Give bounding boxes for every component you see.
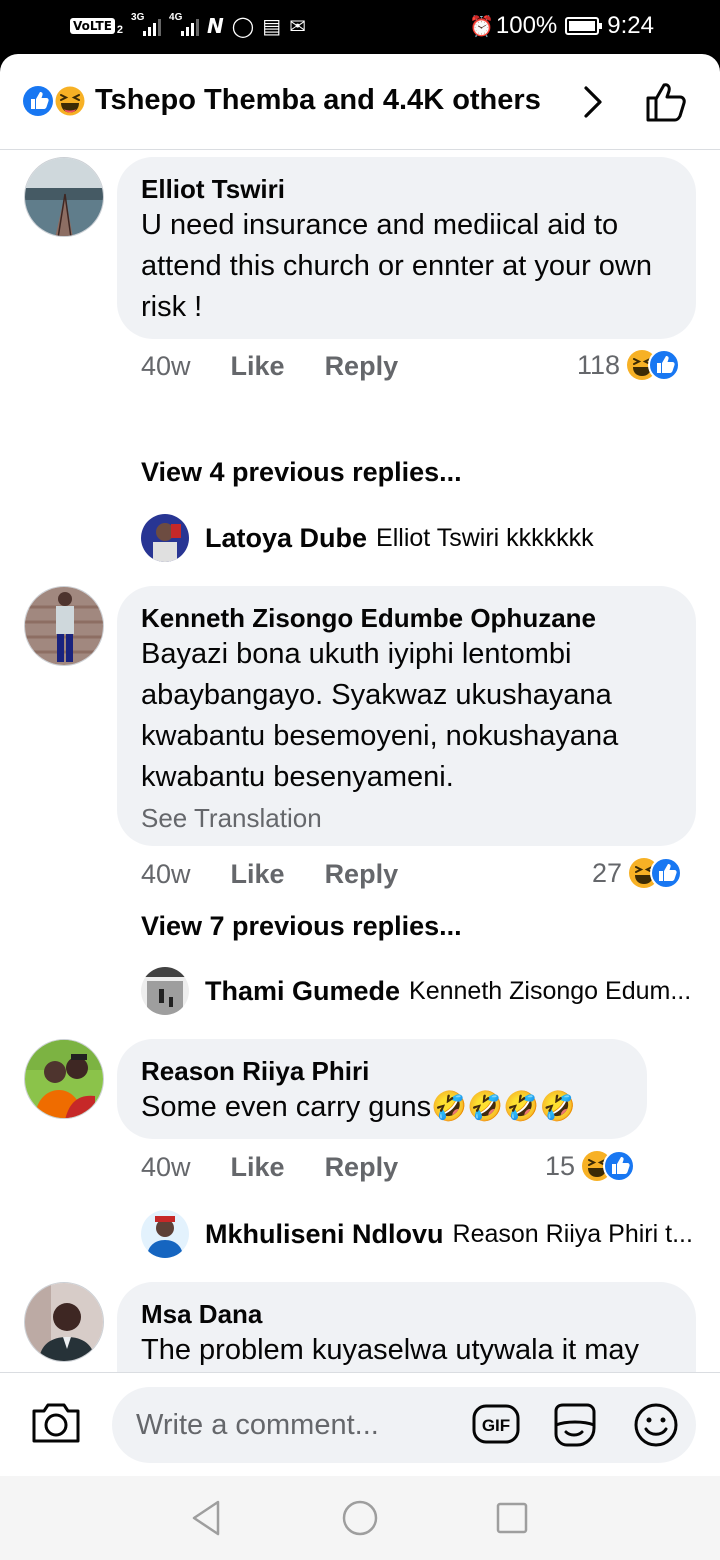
status-right: ⏰ 100% 9:24 xyxy=(469,12,654,40)
comment-author[interactable]: Kenneth Zisongo Edumbe Ophuzane xyxy=(141,602,672,634)
like-reaction-icon xyxy=(23,86,53,116)
avatar[interactable] xyxy=(24,1039,104,1119)
signal-3g-icon: 3G xyxy=(131,12,162,36)
comment-text: The problem kuyaselwa utywala it may hap… xyxy=(141,1334,640,1366)
reaction-icons xyxy=(23,85,86,117)
like-reaction-icon xyxy=(650,857,683,889)
news-icon: ▤ xyxy=(262,14,282,38)
comment-input[interactable] xyxy=(112,1387,696,1463)
avatar[interactable] xyxy=(141,514,189,562)
reaction-count-value: 15 xyxy=(545,1150,576,1181)
see-translation-link[interactable]: See Translation xyxy=(141,800,672,836)
status-left: VoLTE 2 3G 4G N ◯ ▤ ✉ xyxy=(70,12,306,38)
reply-button[interactable]: Reply xyxy=(325,859,399,890)
nfc-icon: N xyxy=(207,14,224,38)
nav-home-icon[interactable] xyxy=(341,1498,379,1538)
comment-author[interactable]: Reason Riiya Phiri xyxy=(141,1055,623,1087)
comment-bubble[interactable]: Msa Dana The problem kuyaselwa utywala i… xyxy=(117,1282,696,1372)
whatsapp-icon: ◯ xyxy=(231,14,255,38)
view-previous-replies[interactable]: View 4 previous replies... xyxy=(141,457,462,488)
latest-reply[interactable]: Thami Gumede Kenneth Zisongo Edum... xyxy=(141,967,701,1015)
clock: 9:24 xyxy=(607,12,654,39)
reply-author[interactable]: Mkhuliseni Ndlovu xyxy=(205,1219,444,1250)
haha-reaction-icon xyxy=(54,85,86,117)
comment-bubble[interactable]: Elliot Tswiri U need insurance and medii… xyxy=(117,157,696,339)
reaction-count-value: 27 xyxy=(592,857,623,888)
avatar[interactable] xyxy=(24,1282,104,1362)
reaction-count[interactable]: 118 xyxy=(577,349,681,381)
comment-text: U need insurance and mediical aid to att… xyxy=(141,209,653,323)
nav-recents-icon[interactable] xyxy=(494,1498,530,1538)
thumbs-up-icon[interactable] xyxy=(645,80,691,124)
signal-4g-icon: 4G xyxy=(169,12,200,36)
reply-author[interactable]: Thami Gumede xyxy=(205,976,400,1007)
nav-back-icon[interactable] xyxy=(188,1498,224,1538)
battery-percent: 100% xyxy=(495,12,558,39)
reply-button[interactable]: Reply xyxy=(325,351,399,382)
reply-preview: Kenneth Zisongo Edum... xyxy=(409,976,692,1005)
latest-reply[interactable]: Latoya Dube Elliot Tswiri kkkkkkk xyxy=(141,514,701,562)
reply-button[interactable]: Reply xyxy=(325,1152,399,1183)
sim-number: 2 xyxy=(116,24,124,36)
like-button[interactable]: Like xyxy=(231,859,285,890)
like-button[interactable]: Like xyxy=(231,351,285,382)
system-navigation-bar xyxy=(0,1476,720,1560)
avatar[interactable] xyxy=(141,1210,189,1258)
sticker-icon[interactable] xyxy=(550,1401,600,1449)
reaction-count[interactable]: 27 xyxy=(592,857,683,889)
alarm-icon: ⏰ xyxy=(468,14,494,38)
chevron-right-icon xyxy=(584,86,602,118)
comment-time[interactable]: 40w xyxy=(141,351,191,382)
comments-sheet: Tshepo Themba and 4.4K others Elliot Tsw… xyxy=(0,54,720,1560)
mail-icon: ✉ xyxy=(289,14,306,38)
reaction-icons xyxy=(626,349,681,381)
comment-author[interactable]: Elliot Tswiri xyxy=(141,173,672,205)
reaction-icons xyxy=(581,1150,636,1182)
view-previous-replies[interactable]: View 7 previous replies... xyxy=(141,911,462,942)
like-button[interactable]: Like xyxy=(231,1152,285,1183)
reply-preview: Reason Riiya Phiri t... xyxy=(452,1219,693,1248)
status-bar: VoLTE 2 3G 4G N ◯ ▤ ✉ ⏰ 100% 9:24 xyxy=(0,0,720,56)
battery-icon xyxy=(565,17,603,35)
comments-list: Elliot Tswiri U need insurance and medii… xyxy=(0,151,720,1372)
reaction-icons xyxy=(628,857,683,889)
avatar[interactable] xyxy=(141,967,189,1015)
comment-time[interactable]: 40w xyxy=(141,859,191,890)
smiley-icon[interactable] xyxy=(632,1401,680,1449)
comment-text: Bayazi bona ukuth iyiphi lentombi abayba… xyxy=(141,638,619,793)
reaction-count-value: 118 xyxy=(577,349,621,380)
comment-bubble[interactable]: Kenneth Zisongo Edumbe Ophuzane Bayazi b… xyxy=(117,586,696,846)
reply-author[interactable]: Latoya Dube xyxy=(205,523,367,554)
like-reaction-icon xyxy=(603,1150,636,1182)
avatar[interactable] xyxy=(24,586,104,666)
reactions-header[interactable]: Tshepo Themba and 4.4K others xyxy=(0,54,720,150)
latest-reply[interactable]: Mkhuliseni Ndlovu Reason Riiya Phiri t..… xyxy=(141,1210,701,1258)
svg-text:GIF: GIF xyxy=(482,1416,510,1435)
comment-author[interactable]: Msa Dana xyxy=(141,1298,672,1330)
like-reaction-icon xyxy=(648,349,681,381)
comment-time[interactable]: 40w xyxy=(141,1152,191,1183)
camera-icon[interactable] xyxy=(30,1399,82,1445)
avatar[interactable] xyxy=(24,157,104,237)
reaction-count[interactable]: 15 xyxy=(545,1150,636,1182)
volte-badge: VoLTE xyxy=(70,18,115,34)
comment-composer: GIF xyxy=(0,1372,720,1476)
reply-preview: Elliot Tswiri kkkkkkk xyxy=(376,523,594,552)
comment-actions: 40w Like Reply xyxy=(141,351,398,382)
comment-actions: 40w Like Reply xyxy=(141,1152,398,1183)
comment-actions: 40w Like Reply xyxy=(141,859,398,890)
gif-icon[interactable]: GIF xyxy=(471,1401,521,1447)
reactors-summary: Tshepo Themba and 4.4K others xyxy=(95,84,541,116)
comment-text: Some even carry guns🤣🤣🤣🤣 xyxy=(141,1091,576,1123)
comment-bubble[interactable]: Reason Riiya Phiri Some even carry guns🤣… xyxy=(117,1039,647,1139)
